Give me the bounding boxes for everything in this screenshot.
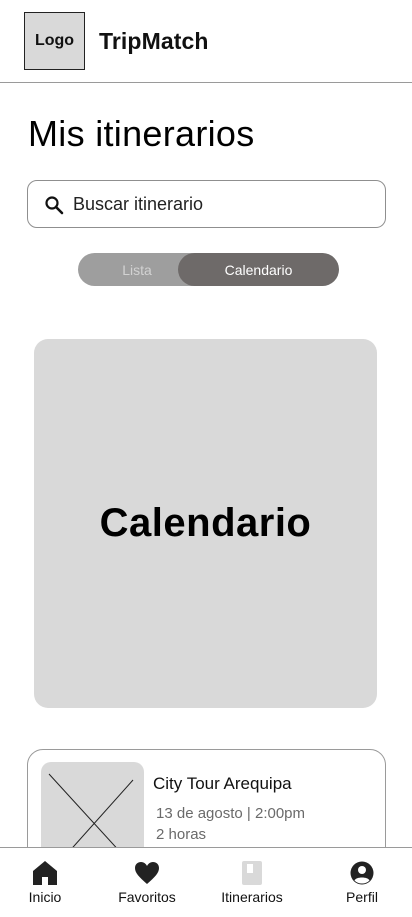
search-bar[interactable] bbox=[27, 180, 386, 228]
nav-item-itinerarios[interactable]: Itinerarios bbox=[212, 848, 292, 917]
itinerary-title: City Tour Arequipa bbox=[153, 774, 292, 793]
itinerary-duration: 2 horas bbox=[156, 826, 207, 843]
book-icon bbox=[239, 860, 265, 886]
toggle-option-calendar[interactable]: Calendario bbox=[178, 253, 339, 286]
nav-label-itinerarios: Itinerarios bbox=[221, 889, 283, 905]
home-icon bbox=[32, 860, 58, 886]
logo[interactable]: Logo bbox=[24, 12, 85, 70]
itinerary-date: 13 de agosto | 2:00pm bbox=[156, 805, 306, 822]
app-header: Logo TripMatch bbox=[0, 0, 412, 83]
search-icon bbox=[44, 195, 64, 215]
page-title: Mis itinerarios bbox=[28, 113, 255, 154]
nav-label-favoritos: Favoritos bbox=[118, 889, 176, 905]
nav-item-perfil[interactable]: Perfil bbox=[340, 848, 384, 917]
nav-item-favoritos[interactable]: Favoritos bbox=[110, 848, 184, 917]
app-title: TripMatch bbox=[99, 28, 209, 54]
bottom-nav: Inicio Favoritos Itinerarios Perfil bbox=[0, 847, 412, 917]
user-icon bbox=[349, 860, 375, 886]
nav-item-inicio[interactable]: Inicio bbox=[20, 848, 70, 917]
heart-icon bbox=[134, 860, 160, 886]
calendar-view[interactable]: Calendario bbox=[34, 339, 377, 708]
nav-label-perfil: Perfil bbox=[346, 889, 378, 905]
view-toggle[interactable]: Lista Calendario bbox=[78, 253, 339, 286]
calendar-placeholder-label: Calendario bbox=[99, 501, 312, 545]
nav-label-inicio: Inicio bbox=[28, 889, 62, 905]
search-input[interactable] bbox=[73, 181, 373, 227]
